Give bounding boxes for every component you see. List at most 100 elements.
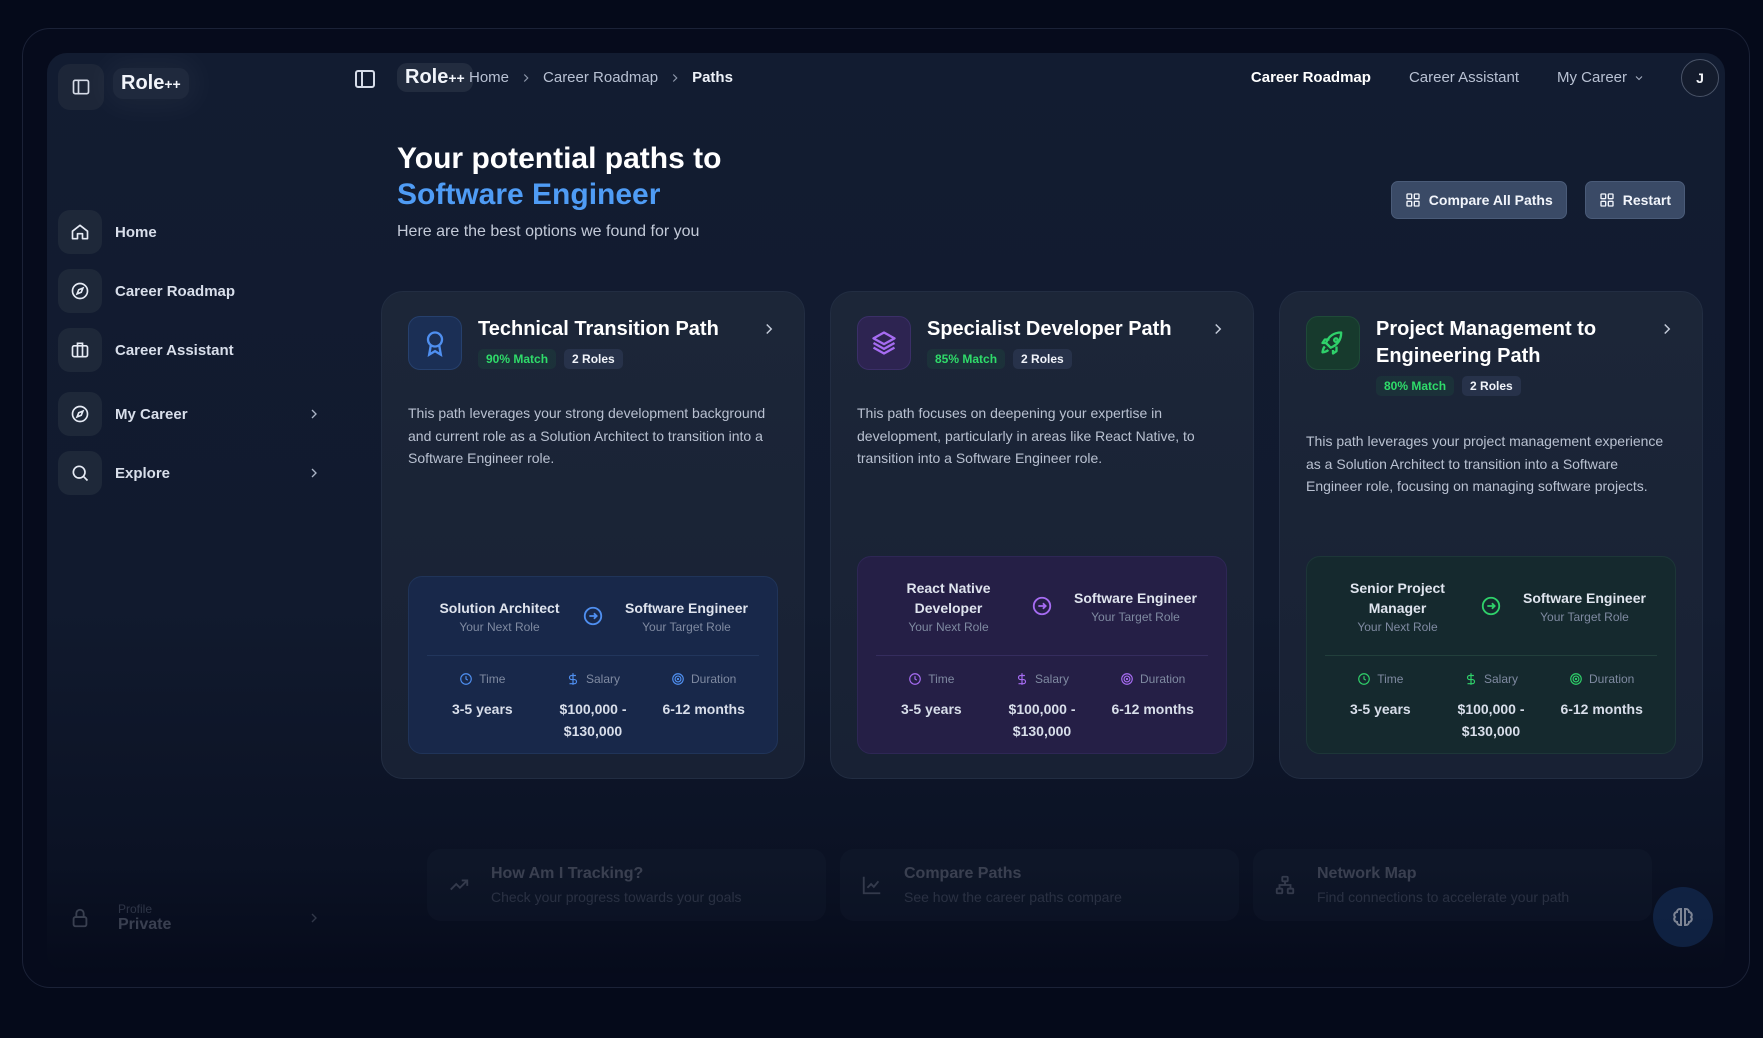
stat-time-label: Time — [928, 672, 955, 686]
quick-link-tracking[interactable]: How Am I Tracking? Check your progress t… — [427, 849, 826, 921]
logo-text: Role — [405, 66, 449, 88]
clock-icon — [1358, 673, 1371, 685]
breadcrumb: Home Career Roadmap Paths — [469, 69, 733, 86]
stat-time-value: 3-5 years — [1349, 701, 1411, 717]
sidebar-item-home[interactable]: Home — [58, 210, 328, 254]
path-card-project-management[interactable]: Project Management to Engineering Path 8… — [1279, 291, 1703, 779]
assistant-fab-button[interactable] — [1653, 887, 1713, 947]
from-role-sub: Your Next Role — [908, 620, 989, 634]
from-role: React Native Developer Your Next Role — [876, 578, 1021, 634]
topnav-my-career[interactable]: My Career — [1557, 69, 1645, 86]
sidebar-panel-icon[interactable] — [353, 67, 377, 91]
sidebar-item-career-roadmap[interactable]: Career Roadmap — [58, 269, 328, 313]
breadcrumb-home[interactable]: Home — [469, 69, 509, 86]
restart-label: Restart — [1622, 192, 1671, 208]
search-icon — [72, 465, 89, 482]
quick-link-text: How Am I Tracking? Check your progress t… — [491, 865, 742, 905]
page-title: Your potential paths to — [397, 142, 722, 175]
card-header: Specialist Developer Path 85% Match 2 Ro… — [857, 316, 1227, 370]
stat-time-label-row: Time — [1325, 672, 1436, 686]
compare-all-paths-button[interactable]: Compare All Paths — [1390, 181, 1567, 219]
network-icon — [1275, 875, 1295, 895]
sidebar-item-label: Home — [115, 223, 157, 241]
quick-link-title: Network Map — [1317, 865, 1417, 882]
card-title-wrap: Specialist Developer Path 85% Match 2 Ro… — [927, 316, 1209, 370]
compass-icon — [71, 405, 89, 423]
page-actions: Compare All Paths Restart — [1390, 181, 1685, 219]
sidebar-toggle-button[interactable] — [58, 64, 104, 110]
layers-icon — [872, 331, 896, 355]
stat-salary-value: $100,000 - $130,000 — [1008, 701, 1076, 739]
chevron-right-icon — [523, 73, 529, 82]
page-subtitle: Here are the best options we found for y… — [397, 223, 700, 240]
topnav-career-assistant[interactable]: Career Assistant — [1409, 69, 1519, 86]
card-header: Technical Transition Path 90% Match 2 Ro… — [408, 316, 778, 370]
rocket-icon-wrap — [1306, 316, 1360, 370]
match-badge: 90% Match — [478, 349, 557, 369]
to-role-sub: Your Target Role — [1540, 610, 1629, 624]
card-title: Technical Transition Path — [478, 318, 719, 340]
to-role: Software Engineer Your Target Role — [1512, 588, 1657, 624]
breadcrumb-paths: Paths — [692, 69, 733, 86]
breadcrumb-career-roadmap[interactable]: Career Roadmap — [543, 69, 658, 86]
app-window: Role++ Home Career Roadmap Career Assist… — [47, 53, 1725, 973]
chevron-right-icon[interactable] — [1209, 320, 1227, 338]
stat-duration-label-row: Duration — [1546, 672, 1657, 686]
home-icon-wrap — [58, 210, 102, 254]
card-badges: 85% Match 2 Roles — [927, 349, 1209, 369]
logo-suffix: ++ — [164, 76, 181, 92]
to-role-name: Software Engineer — [1074, 590, 1197, 606]
stat-duration-label-row: Duration — [648, 672, 759, 686]
card-badges: 90% Match 2 Roles — [478, 349, 760, 369]
stat-duration-label-row: Duration — [1097, 672, 1208, 686]
logo-suffix: ++ — [448, 70, 465, 86]
quick-link-title: Compare Paths — [904, 865, 1022, 882]
chevron-right-icon[interactable] — [760, 320, 778, 338]
stat-duration-label: Duration — [1589, 672, 1635, 686]
rocket-icon — [1321, 331, 1343, 355]
card-description: This path focuses on deepening your expe… — [857, 405, 1195, 466]
match-badge: 85% Match — [927, 349, 1006, 369]
sidebar-panel-icon — [72, 79, 90, 95]
stat-salary-label-row: Salary — [538, 672, 649, 686]
quick-link-network[interactable]: Network Map Find connections to accelera… — [1253, 849, 1652, 921]
compass-icon-wrap — [58, 269, 102, 313]
profile-text: Profile Private — [118, 902, 306, 934]
path-card-technical-transition[interactable]: Technical Transition Path 90% Match 2 Ro… — [381, 291, 805, 779]
sidebar-logo[interactable]: Role++ — [113, 68, 189, 99]
home-icon — [71, 224, 89, 240]
stat-duration-label: Duration — [1140, 672, 1186, 686]
topnav-career-roadmap[interactable]: Career Roadmap — [1251, 69, 1371, 86]
stat-duration-value: 6-12 months — [1111, 701, 1194, 717]
topnav-my-career-label: My Career — [1556, 69, 1627, 86]
stat-duration: Duration 6-12 months — [648, 672, 759, 742]
sidebar-item-career-assistant[interactable]: Career Assistant — [58, 328, 328, 372]
restart-button[interactable]: Restart — [1584, 181, 1685, 219]
sidebar-item-label: My Career — [115, 405, 188, 423]
stat-salary-label: Salary — [1484, 672, 1519, 686]
profile-privacy-item[interactable]: Profile Private — [58, 893, 328, 943]
clock-icon — [909, 673, 922, 685]
role-transition-panel: Senior Project Manager Your Next Role So… — [1306, 556, 1676, 754]
quick-link-compare[interactable]: Compare Paths See how the career paths c… — [840, 849, 1239, 921]
arrow-right-circle-icon — [1032, 596, 1052, 616]
trending-up-icon-wrap — [427, 874, 491, 896]
stat-duration: Duration 6-12 months — [1097, 672, 1208, 742]
briefcase-icon-wrap — [58, 328, 102, 372]
topbar-logo[interactable]: Role++ — [397, 63, 473, 92]
sidebar-item-explore[interactable]: Explore — [58, 451, 328, 495]
logo-text: Role — [121, 72, 165, 94]
to-role: Software Engineer Your Target Role — [1063, 588, 1208, 624]
chevron-right-icon — [311, 468, 317, 478]
card-title-wrap: Technical Transition Path 90% Match 2 Ro… — [478, 316, 760, 370]
sidebar-item-my-career[interactable]: My Career — [58, 392, 328, 436]
path-card-specialist-developer[interactable]: Specialist Developer Path 85% Match 2 Ro… — [830, 291, 1254, 779]
profile-label: Profile — [118, 902, 153, 916]
chevron-right-icon[interactable] — [1658, 320, 1676, 338]
quick-link-subtitle: Find connections to accelerate your path — [1317, 889, 1570, 905]
avatar[interactable]: J — [1681, 59, 1719, 97]
stat-time-label: Time — [1377, 672, 1404, 686]
roles-badge: 2 Roles — [1013, 349, 1072, 369]
stat-time: Time 3-5 years — [876, 672, 987, 742]
stat-salary-label: Salary — [1035, 672, 1070, 686]
